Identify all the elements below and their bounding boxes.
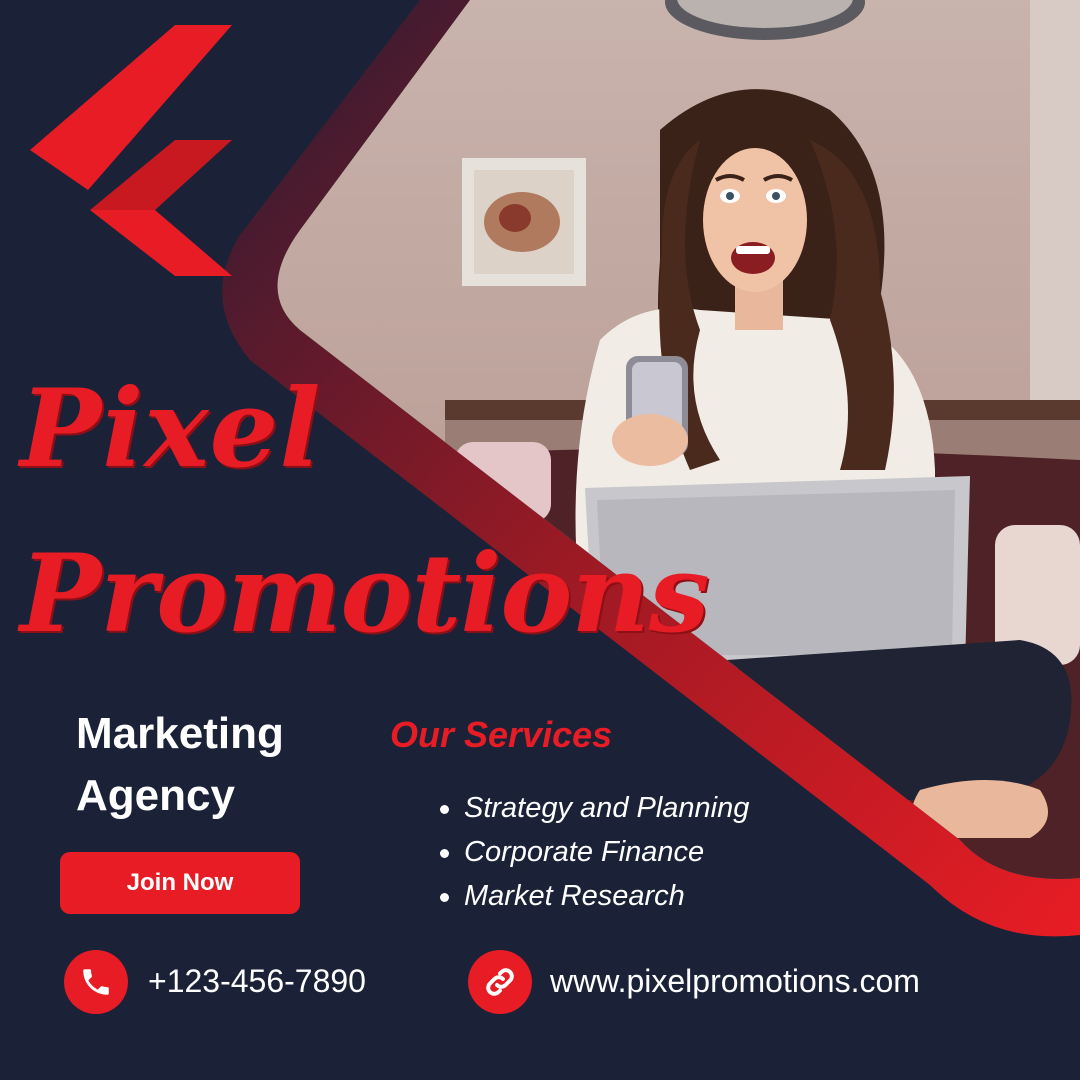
phone-icon[interactable] bbox=[64, 950, 128, 1014]
website-link[interactable]: www.pixelpromotions.com bbox=[550, 965, 920, 997]
join-now-button[interactable]: Join Now bbox=[60, 852, 300, 914]
tagline-line-2: Agency bbox=[76, 771, 235, 820]
services-heading: Our Services bbox=[390, 714, 613, 755]
logo-icon bbox=[30, 25, 232, 276]
list-item: Strategy and Planning bbox=[438, 790, 749, 834]
brand-title-line-2: Promotions bbox=[20, 531, 710, 657]
tagline-line-1: Marketing bbox=[76, 709, 284, 758]
brand-title-line-1: Pixel bbox=[20, 366, 322, 492]
services-list: Strategy and Planning Corporate Finance … bbox=[438, 790, 749, 922]
link-icon[interactable] bbox=[468, 950, 532, 1014]
promo-poster: Pixel Promotions Marketing Agency Join N… bbox=[0, 0, 1080, 1080]
list-item: Corporate Finance bbox=[438, 834, 749, 878]
list-item: Market Research bbox=[438, 878, 749, 922]
phone-number[interactable]: +123-456-7890 bbox=[148, 965, 366, 997]
